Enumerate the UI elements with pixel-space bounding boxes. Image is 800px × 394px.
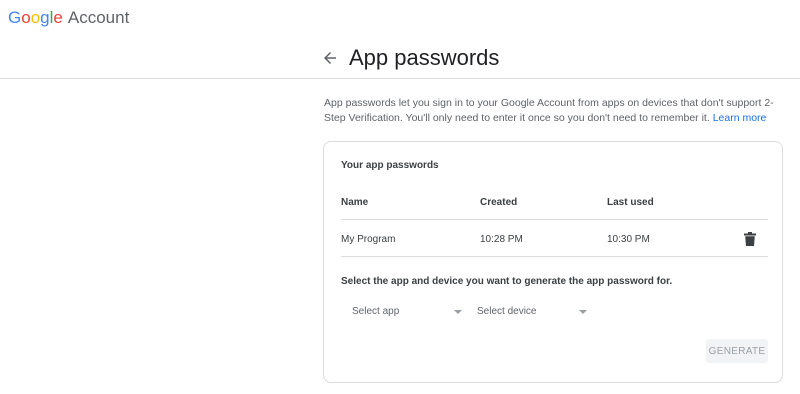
chevron-down-icon xyxy=(454,310,462,314)
card-title: Your app passwords xyxy=(341,160,439,171)
trash-icon[interactable] xyxy=(744,232,756,246)
header-divider xyxy=(341,219,768,220)
select-device-label: Select device xyxy=(477,306,537,317)
google-account-logo[interactable]: Google Account xyxy=(8,8,129,28)
chevron-down-icon xyxy=(579,310,587,314)
app-passwords-card: Your app passwords Name Created Last use… xyxy=(323,141,783,383)
column-header-name: Name xyxy=(341,197,369,208)
column-header-created: Created xyxy=(480,197,518,208)
google-logo-g: G xyxy=(8,8,22,27)
generate-button[interactable]: GENERATE xyxy=(706,339,768,363)
row-app-name: My Program xyxy=(341,234,396,245)
intro-description: App passwords let you sign in to your Go… xyxy=(324,97,774,124)
learn-more-link[interactable]: Learn more xyxy=(713,112,767,124)
top-bar: Google Account App passwords xyxy=(0,0,800,79)
row-last-used: 10:30 PM xyxy=(607,234,650,245)
arrow-back-icon[interactable] xyxy=(321,49,339,67)
google-logo-o2: o xyxy=(30,8,41,27)
select-device-dropdown[interactable]: Select device xyxy=(477,302,589,322)
google-logo-g2: g xyxy=(40,8,50,27)
intro-text: App passwords let you sign in to your Go… xyxy=(324,96,784,126)
select-app-dropdown[interactable]: Select app xyxy=(352,302,464,322)
column-header-last-used: Last used xyxy=(607,197,654,208)
account-word: Account xyxy=(67,8,130,27)
generate-instructions: Select the app and device you want to ge… xyxy=(341,276,673,287)
row-divider xyxy=(341,256,768,257)
google-logo-o1: o xyxy=(21,8,31,27)
select-app-label: Select app xyxy=(352,306,400,317)
row-created: 10:28 PM xyxy=(480,234,523,245)
page-title: App passwords xyxy=(349,45,500,70)
google-logo-e: e xyxy=(53,8,63,27)
